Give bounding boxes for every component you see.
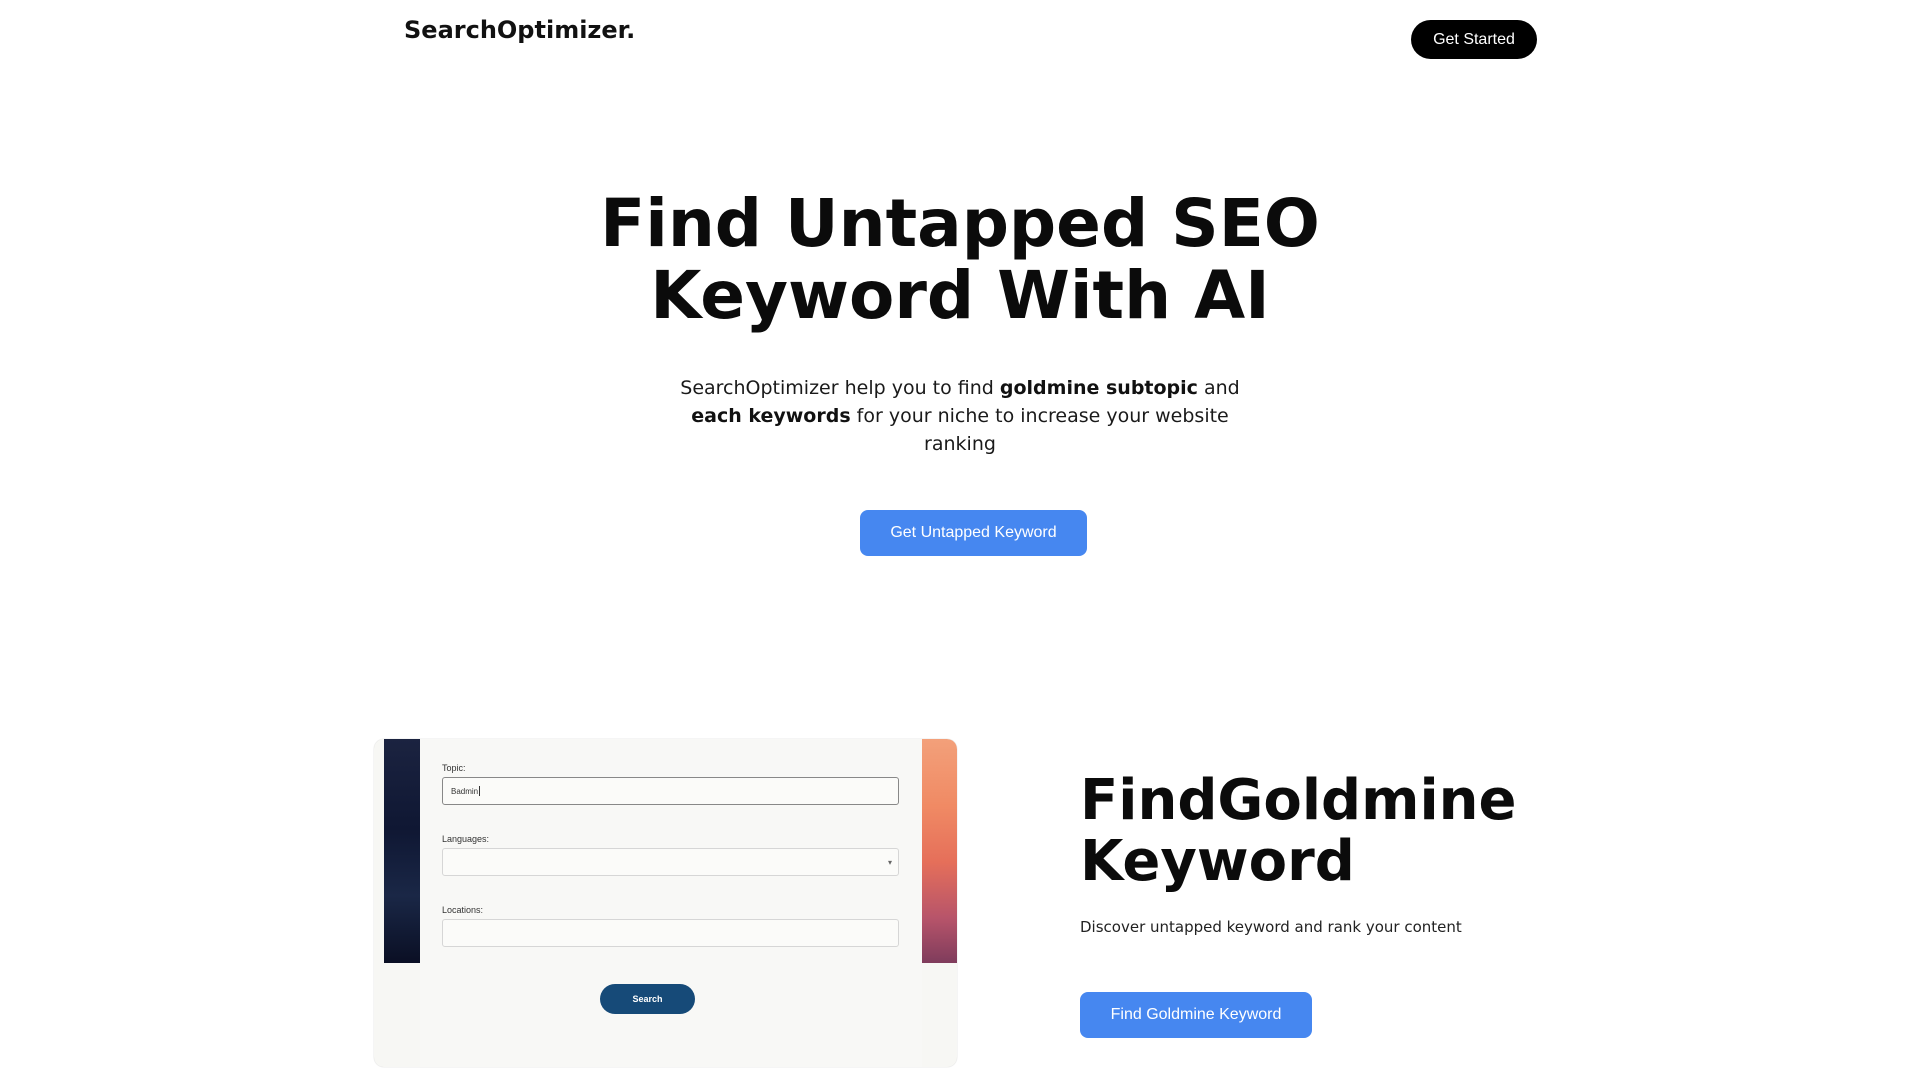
hero-subtitle-text: and <box>1197 377 1240 399</box>
hero-subtitle-text: for your niche to increase your website … <box>850 405 1229 455</box>
find-goldmine-keyword-button[interactable]: Find Goldmine Keyword <box>1080 992 1312 1038</box>
locations-label: Locations: <box>442 905 484 915</box>
topic-input-value: Badmin <box>451 786 479 796</box>
hero-subtitle-bold: each keywords <box>691 405 851 427</box>
topic-label: Topic: <box>442 763 466 773</box>
preview-search-button: Search <box>600 984 695 1014</box>
topic-input: Badmin <box>442 777 899 805</box>
hero-title: Find Untapped SEO Keyword With AI <box>560 188 1360 332</box>
top-navbar: SearchOptimizer. Get Started <box>0 0 1920 80</box>
feature-title-line1: FindGoldmine <box>1080 768 1517 833</box>
site-logo[interactable]: SearchOptimizer. <box>404 16 635 44</box>
preview-left-image-strip <box>384 739 420 963</box>
get-untapped-keyword-button[interactable]: Get Untapped Keyword <box>860 510 1087 556</box>
feature-title-line2: Keyword <box>1080 829 1355 894</box>
hero-title-line1: Find Untapped SEO <box>600 185 1320 262</box>
hero-subtitle-bold: goldmine subtopic <box>999 377 1198 399</box>
text-cursor <box>479 786 481 796</box>
hero-subtitle: SearchOptimizer help you to find goldmin… <box>660 374 1260 458</box>
languages-label: Languages: <box>442 834 490 844</box>
feature-subtitle: Discover untapped keyword and rank your … <box>1080 918 1462 936</box>
hero-subtitle-text: SearchOptimizer help you to find <box>680 377 1000 399</box>
get-started-button[interactable]: Get Started <box>1411 20 1537 59</box>
feature-title: FindGoldmine Keyword <box>1080 770 1580 892</box>
languages-select: ▾ <box>442 848 899 876</box>
form-preview-image: Topic: Badmin Languages: ▾ Locations: Se… <box>374 739 957 1067</box>
locations-input <box>442 919 899 947</box>
preview-right-image-strip <box>922 739 957 963</box>
hero-title-line2: Keyword With AI <box>650 257 1270 334</box>
preview-search-form: Topic: Badmin Languages: ▾ Locations: Se… <box>420 739 922 1067</box>
chevron-down-icon: ▾ <box>887 858 892 867</box>
